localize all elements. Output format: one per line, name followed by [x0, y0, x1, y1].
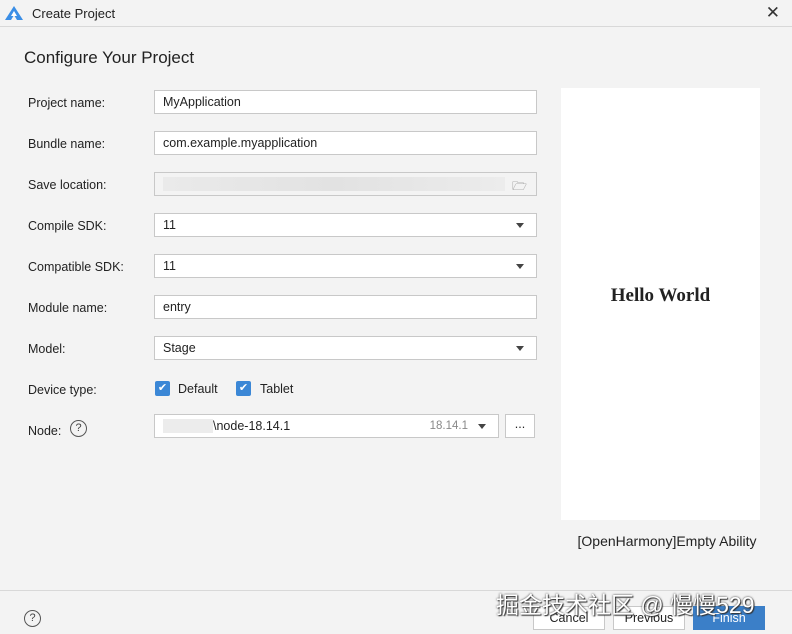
title-bar: Create Project ✕: [0, 0, 792, 27]
help-icon[interactable]: ?: [70, 420, 87, 437]
browse-button[interactable]: ...: [505, 414, 535, 438]
tablet-checkbox-label: Tablet: [260, 382, 294, 396]
page-title: Configure Your Project: [24, 48, 195, 67]
bundle-name-value: com.example.myapplication: [163, 136, 318, 150]
module-name-input[interactable]: entry: [154, 295, 537, 319]
default-checkbox-label: Default: [178, 382, 218, 396]
chevron-down-icon: [516, 223, 524, 228]
bundle-name-label: Bundle name:: [28, 137, 106, 151]
divider: [0, 590, 792, 591]
bundle-name-input[interactable]: com.example.myapplication: [154, 131, 537, 155]
template-preview: Hello World: [561, 88, 760, 520]
compatible-sdk-select[interactable]: 11: [154, 254, 537, 278]
compatible-sdk-label: Compatible SDK:: [28, 260, 124, 274]
blurred-path: [163, 419, 213, 433]
project-name-value: MyApplication: [163, 95, 241, 109]
save-location-input[interactable]: 🗁: [154, 172, 537, 196]
chevron-down-icon: [516, 264, 524, 269]
device-type-label: Device type:: [28, 383, 97, 397]
compatible-sdk-value: 11: [163, 259, 176, 273]
window-title: Create Project: [32, 6, 116, 21]
project-name-label: Project name:: [28, 96, 106, 110]
node-version: 18.14.1: [429, 420, 468, 432]
chevron-down-icon: [478, 424, 486, 429]
compile-sdk-select[interactable]: 11: [154, 213, 537, 237]
node-select[interactable]: \node-18.14.1 18.14.1: [154, 414, 499, 438]
finish-button[interactable]: Finish: [693, 606, 765, 630]
help-icon[interactable]: ?: [24, 610, 41, 627]
close-icon[interactable]: ✕: [766, 3, 780, 23]
module-name-label: Module name:: [28, 301, 108, 315]
folder-icon[interactable]: 🗁: [512, 177, 527, 198]
project-name-input[interactable]: MyApplication: [154, 90, 537, 114]
model-value: Stage: [163, 341, 196, 355]
compile-sdk-label: Compile SDK:: [28, 219, 107, 233]
node-label: Node:: [28, 424, 62, 438]
cancel-button[interactable]: Cancel: [533, 606, 605, 630]
module-name-value: entry: [163, 300, 191, 314]
template-name: [OpenHarmony]Empty Ability: [577, 533, 757, 549]
previous-button[interactable]: Previous: [613, 606, 685, 630]
node-path: \node-18.14.1: [213, 419, 291, 433]
chevron-down-icon: [516, 346, 524, 351]
blurred-path: [163, 177, 505, 191]
default-checkbox[interactable]: ✔: [155, 381, 170, 396]
save-location-label: Save location:: [28, 178, 107, 192]
compile-sdk-value: 11: [163, 218, 176, 232]
preview-text: Hello World: [610, 285, 711, 306]
deveco-logo-icon: [5, 6, 23, 20]
tablet-checkbox[interactable]: ✔: [236, 381, 251, 396]
model-select[interactable]: Stage: [154, 336, 537, 360]
model-label: Model:: [28, 342, 66, 356]
